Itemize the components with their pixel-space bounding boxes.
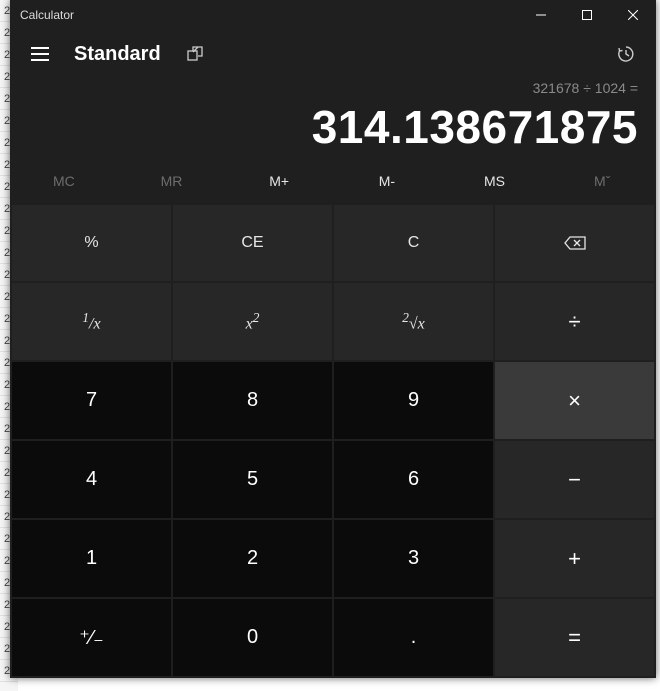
divide-button[interactable]: ÷ — [495, 283, 654, 360]
decimal-button[interactable]: . — [334, 599, 493, 676]
result-text: 314.138671875 — [28, 102, 638, 153]
percent-button[interactable]: % — [12, 205, 171, 282]
window-title: Calculator — [20, 8, 518, 22]
clear-button[interactable]: C — [334, 205, 493, 282]
keep-on-top-icon — [187, 46, 203, 62]
maximize-button[interactable] — [564, 0, 610, 30]
digit-3-button[interactable]: 3 — [334, 520, 493, 597]
header: Standard — [10, 30, 656, 76]
expression-text: 321678 ÷ 1024 = — [28, 80, 638, 98]
minimize-button[interactable] — [518, 0, 564, 30]
hamburger-icon — [31, 47, 49, 61]
backspace-button[interactable] — [495, 205, 654, 282]
digit-4-button[interactable]: 4 — [12, 441, 171, 518]
keypad: % CE C 1/x x2 2√x ÷ 7 8 9 × 4 5 6 − 1 2 … — [10, 205, 656, 678]
digit-8-button[interactable]: 8 — [173, 362, 332, 439]
digit-7-button[interactable]: 7 — [12, 362, 171, 439]
square-label: x2 — [246, 310, 260, 333]
history-button[interactable] — [608, 36, 644, 72]
menu-button[interactable] — [22, 36, 58, 72]
digit-9-button[interactable]: 9 — [334, 362, 493, 439]
reciprocal-button[interactable]: 1/x — [12, 283, 171, 360]
memory-list-button[interactable]: Mˇ — [548, 167, 656, 195]
memory-recall-button[interactable]: MR — [118, 167, 226, 195]
digit-1-button[interactable]: 1 — [12, 520, 171, 597]
display: 321678 ÷ 1024 = 314.138671875 — [10, 76, 656, 161]
square-button[interactable]: x2 — [173, 283, 332, 360]
digit-0-button[interactable]: 0 — [173, 599, 332, 676]
digit-2-button[interactable]: 2 — [173, 520, 332, 597]
sqrt-label: 2√x — [402, 310, 425, 333]
plus-button[interactable]: + — [495, 520, 654, 597]
digit-5-button[interactable]: 5 — [173, 441, 332, 518]
calculator-window: Calculator Standard — [10, 0, 656, 678]
reciprocal-label: 1/x — [82, 310, 100, 333]
negate-button[interactable]: ⁺⁄₋ — [12, 599, 171, 676]
equals-button[interactable]: = — [495, 599, 654, 676]
titlebar: Calculator — [10, 0, 656, 30]
multiply-button[interactable]: × — [495, 362, 654, 439]
memory-subtract-button[interactable]: M- — [333, 167, 441, 195]
digit-6-button[interactable]: 6 — [334, 441, 493, 518]
keep-on-top-button[interactable] — [177, 36, 213, 72]
backspace-icon — [564, 236, 586, 250]
mode-label: Standard — [74, 43, 161, 66]
memory-clear-button[interactable]: MC — [10, 167, 118, 195]
memory-add-button[interactable]: M+ — [225, 167, 333, 195]
memory-row: MC MR M+ M- MS Mˇ — [10, 161, 656, 205]
minus-button[interactable]: − — [495, 441, 654, 518]
clear-entry-button[interactable]: CE — [173, 205, 332, 282]
history-icon — [617, 45, 635, 63]
memory-store-button[interactable]: MS — [441, 167, 549, 195]
close-button[interactable] — [610, 0, 656, 30]
sqrt-button[interactable]: 2√x — [334, 283, 493, 360]
